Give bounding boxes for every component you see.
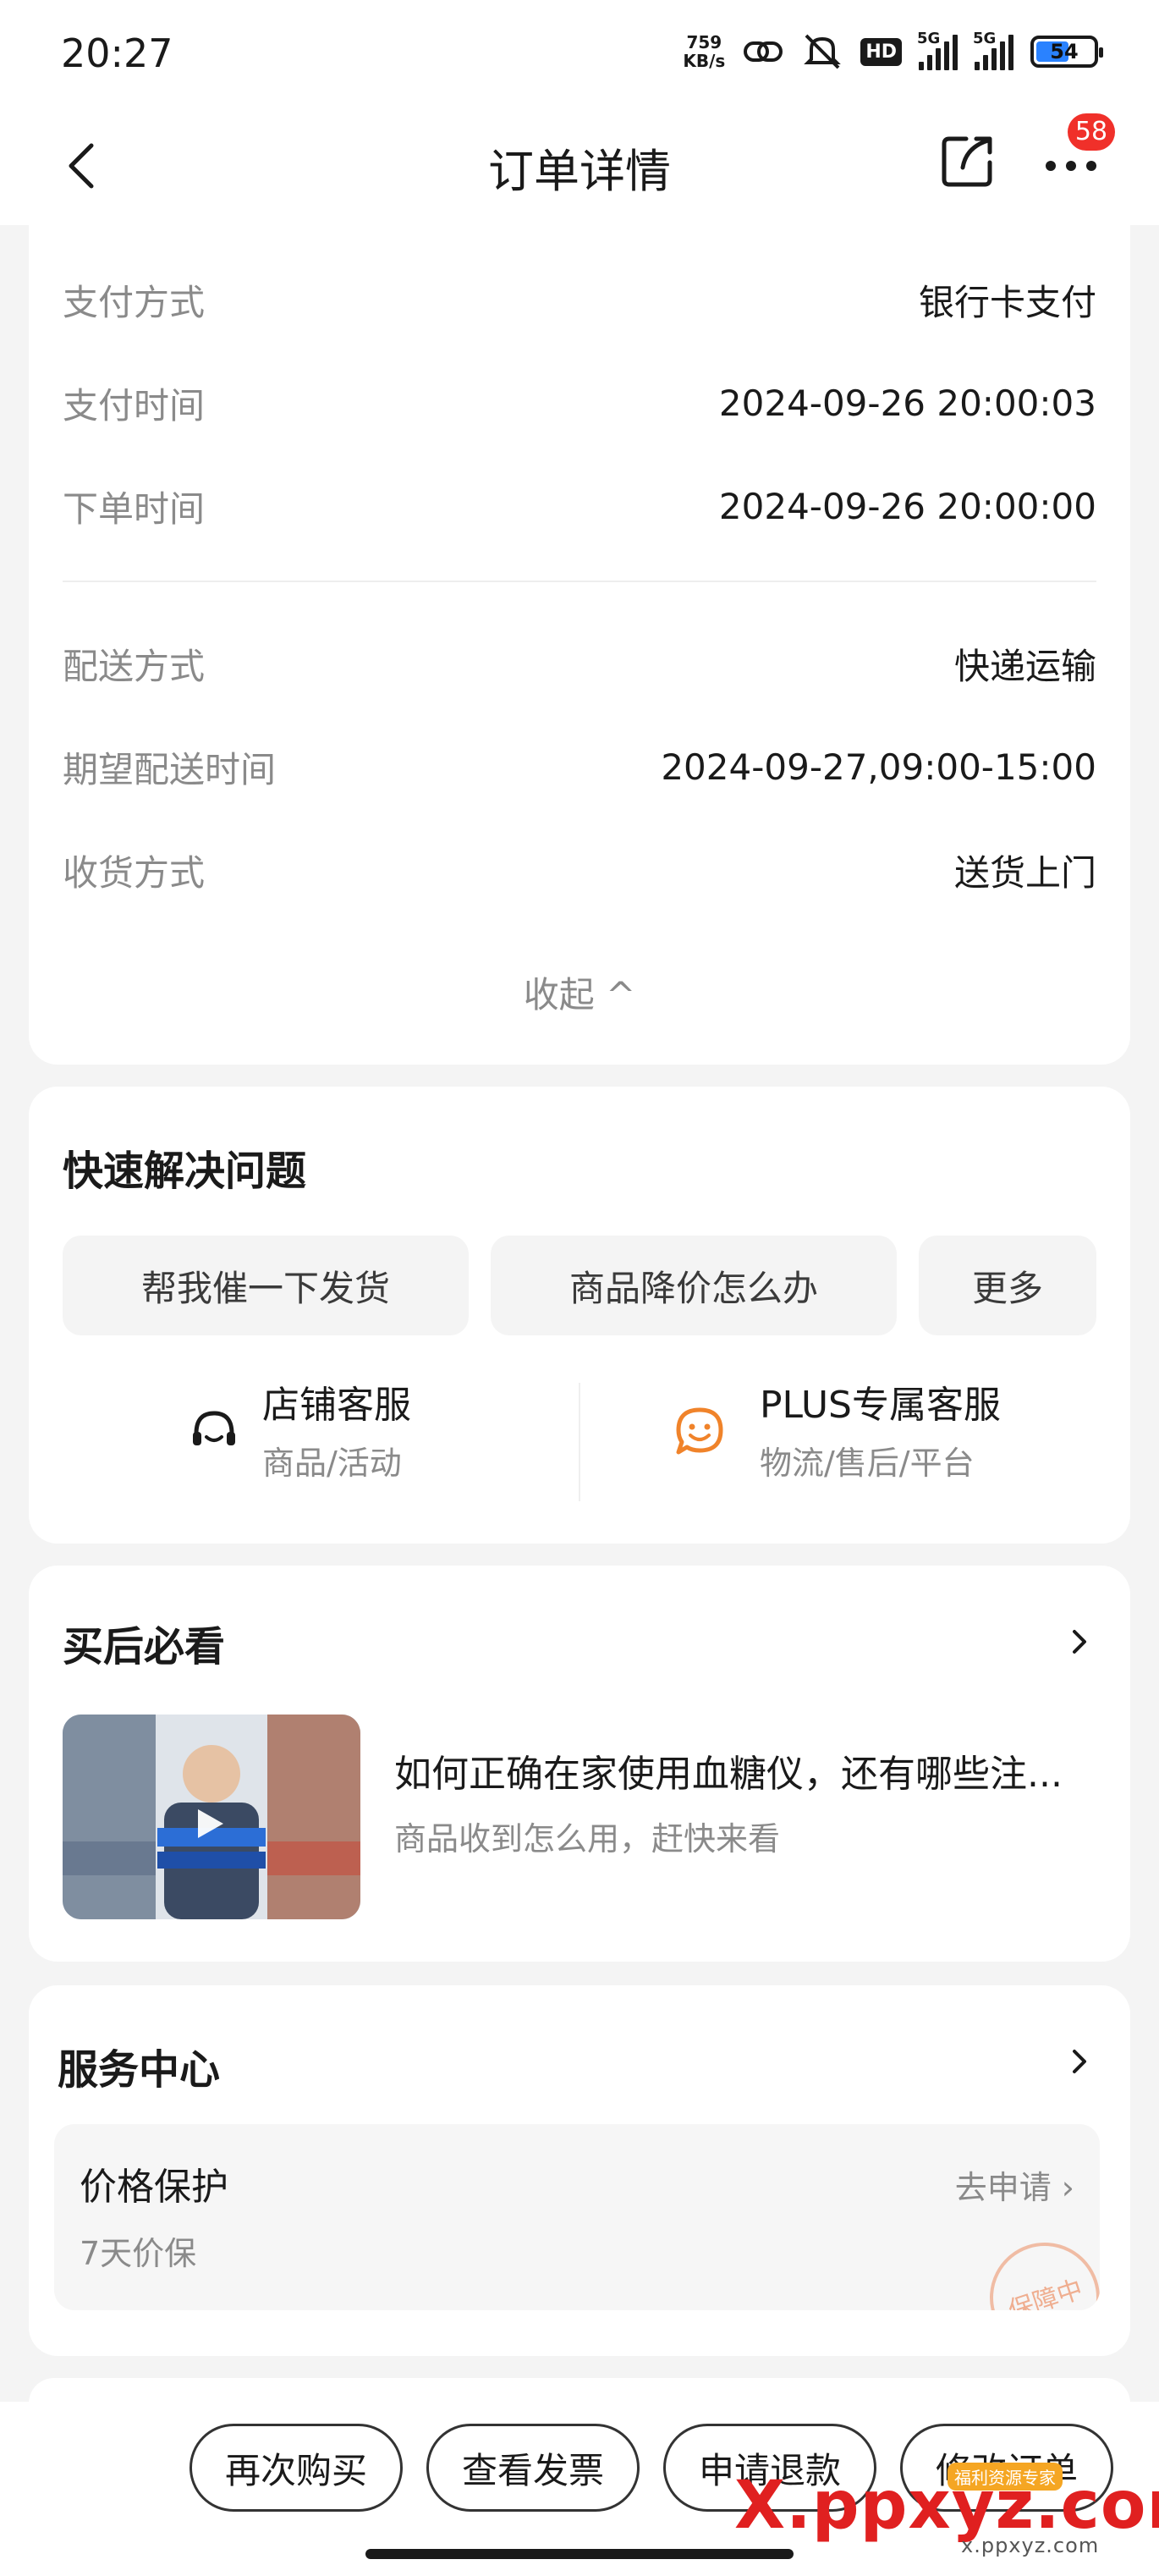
info-key: 支付时间 [63,384,206,427]
info-row: 支付时间 2024-09-26 20:00:03 [63,377,1096,428]
info-key: 支付方式 [63,281,206,323]
status-icons: 759 KB/s HD 5G 5G 54 [683,30,1103,71]
share-icon[interactable] [937,130,998,191]
info-key: 期望配送时间 [63,748,277,790]
info-row: 支付方式 银行卡支付 [63,274,1096,325]
info-row: 期望配送时间 2024-09-27,09:00-15:00 [63,741,1096,792]
info-row: 收货方式 送货上门 [63,845,1096,895]
watermark-subtext: x.ppxyz.com [961,2534,1100,2557]
must-see-card: 买后必看 如何正确在家使用血糖仪，还有哪些注... 商品收到怎么用，赶快来看 [29,1566,1130,1962]
info-value: 送货上门 [953,851,1096,894]
chevron-right-icon[interactable] [1063,2045,1096,2078]
info-row: 下单时间 2024-09-26 20:00:00 [63,481,1096,531]
store-cs-name: 店铺客服 [262,1384,411,1427]
plus-cs-name: PLUS专属客服 [760,1384,1001,1427]
watermark: X.ppxyz.com x.ppxyz.com [734,2468,1159,2557]
network-speed: 759 KB/s [683,33,725,70]
chat-smile-icon [676,1407,723,1455]
battery-level: 54 [1050,40,1079,63]
store-cs-button[interactable]: 店铺客服 商品/活动 [29,1374,579,1518]
video-thumbnail-image [63,1715,360,1919]
hd-icon: HD [860,37,902,66]
headset-icon [193,1411,235,1445]
info-value: 快递运输 [953,645,1096,687]
info-value: 2024-09-26 20:00:03 [718,382,1096,424]
watermark-tag: 福利资源专家 [948,2463,1063,2491]
view-invoice-button[interactable]: 查看发票 [426,2424,640,2512]
speed-value: 759 [686,32,722,52]
info-key: 收货方式 [63,851,206,894]
info-value: 银行卡支付 [918,281,1096,323]
speed-unit: KB/s [683,51,726,71]
chevron-right-icon[interactable] [1063,1625,1096,1659]
plus-cs-sub: 物流/售后/平台 [760,1445,975,1482]
message-badge: 58 [1068,113,1115,151]
protected-stamp: 保障中 [975,2228,1100,2310]
service-item-title: 价格保护 [80,2166,228,2209]
video-subtitle: 商品收到怎么用，赶快来看 [394,1820,781,1858]
plus-cs-button[interactable]: PLUS专属客服 物流/售后/平台 [580,1374,1130,1518]
nav-bar: 订单详情 58 [0,110,1159,225]
chip-price-drop[interactable]: 商品降价怎么办 [491,1236,897,1335]
collapse-button[interactable]: 收起 ^ [29,966,1130,1018]
service-item-subtitle: 7天价保 [80,2235,197,2272]
order-info-card: 支付方式 银行卡支付 支付时间 2024-09-26 20:00:03 下单时间… [29,212,1130,1065]
price-protection-item[interactable]: 价格保护 7天价保 去申请 › 保障中 [54,2124,1100,2310]
home-indicator [365,2549,794,2559]
buy-again-button[interactable]: 再次购买 [190,2424,403,2512]
divider [63,581,1096,582]
signal-icon-2: 5G [973,30,1013,70]
chip-more[interactable]: 更多 [919,1236,1096,1335]
mute-bell-icon [804,34,842,69]
info-value: 2024-09-27,09:00-15:00 [661,746,1096,788]
info-value: 2024-09-26 20:00:00 [718,485,1096,527]
section-title: 快速解决问题 [63,1148,307,1195]
network-type-2: 5G [973,30,997,47]
status-bar: 20:27 759 KB/s HD 5G 5G 54 [0,0,1159,110]
info-row: 配送方式 快递运输 [63,638,1096,689]
video-thumbnail[interactable] [63,1715,360,1919]
chip-urge-shipping[interactable]: 帮我催一下发货 [63,1236,469,1335]
info-key: 下单时间 [63,487,206,530]
store-cs-sub: 商品/活动 [262,1445,402,1482]
watermark-text: X.ppxyz.com [734,2468,1159,2544]
service-center-card: 服务中心 价格保护 7天价保 去申请 › 保障中 [29,1985,1130,2356]
video-title[interactable]: 如何正确在家使用血糖仪，还有哪些注... [394,1743,1105,1797]
info-key: 配送方式 [63,645,206,687]
quick-resolve-card: 快速解决问题 帮我催一下发货 商品降价怎么办 更多 店铺客服 商品/活动 PLU… [29,1087,1130,1544]
signal-icon-1: 5G [917,30,958,70]
section-title: 买后必看 [63,1623,226,1671]
apply-link[interactable]: 去申请 › [955,2161,1074,2208]
link-icon [744,41,783,62]
network-type-1: 5G [917,30,941,47]
section-title: 服务中心 [58,2046,221,2094]
battery-icon: 54 [1030,36,1103,68]
status-time: 20:27 [61,30,173,76]
